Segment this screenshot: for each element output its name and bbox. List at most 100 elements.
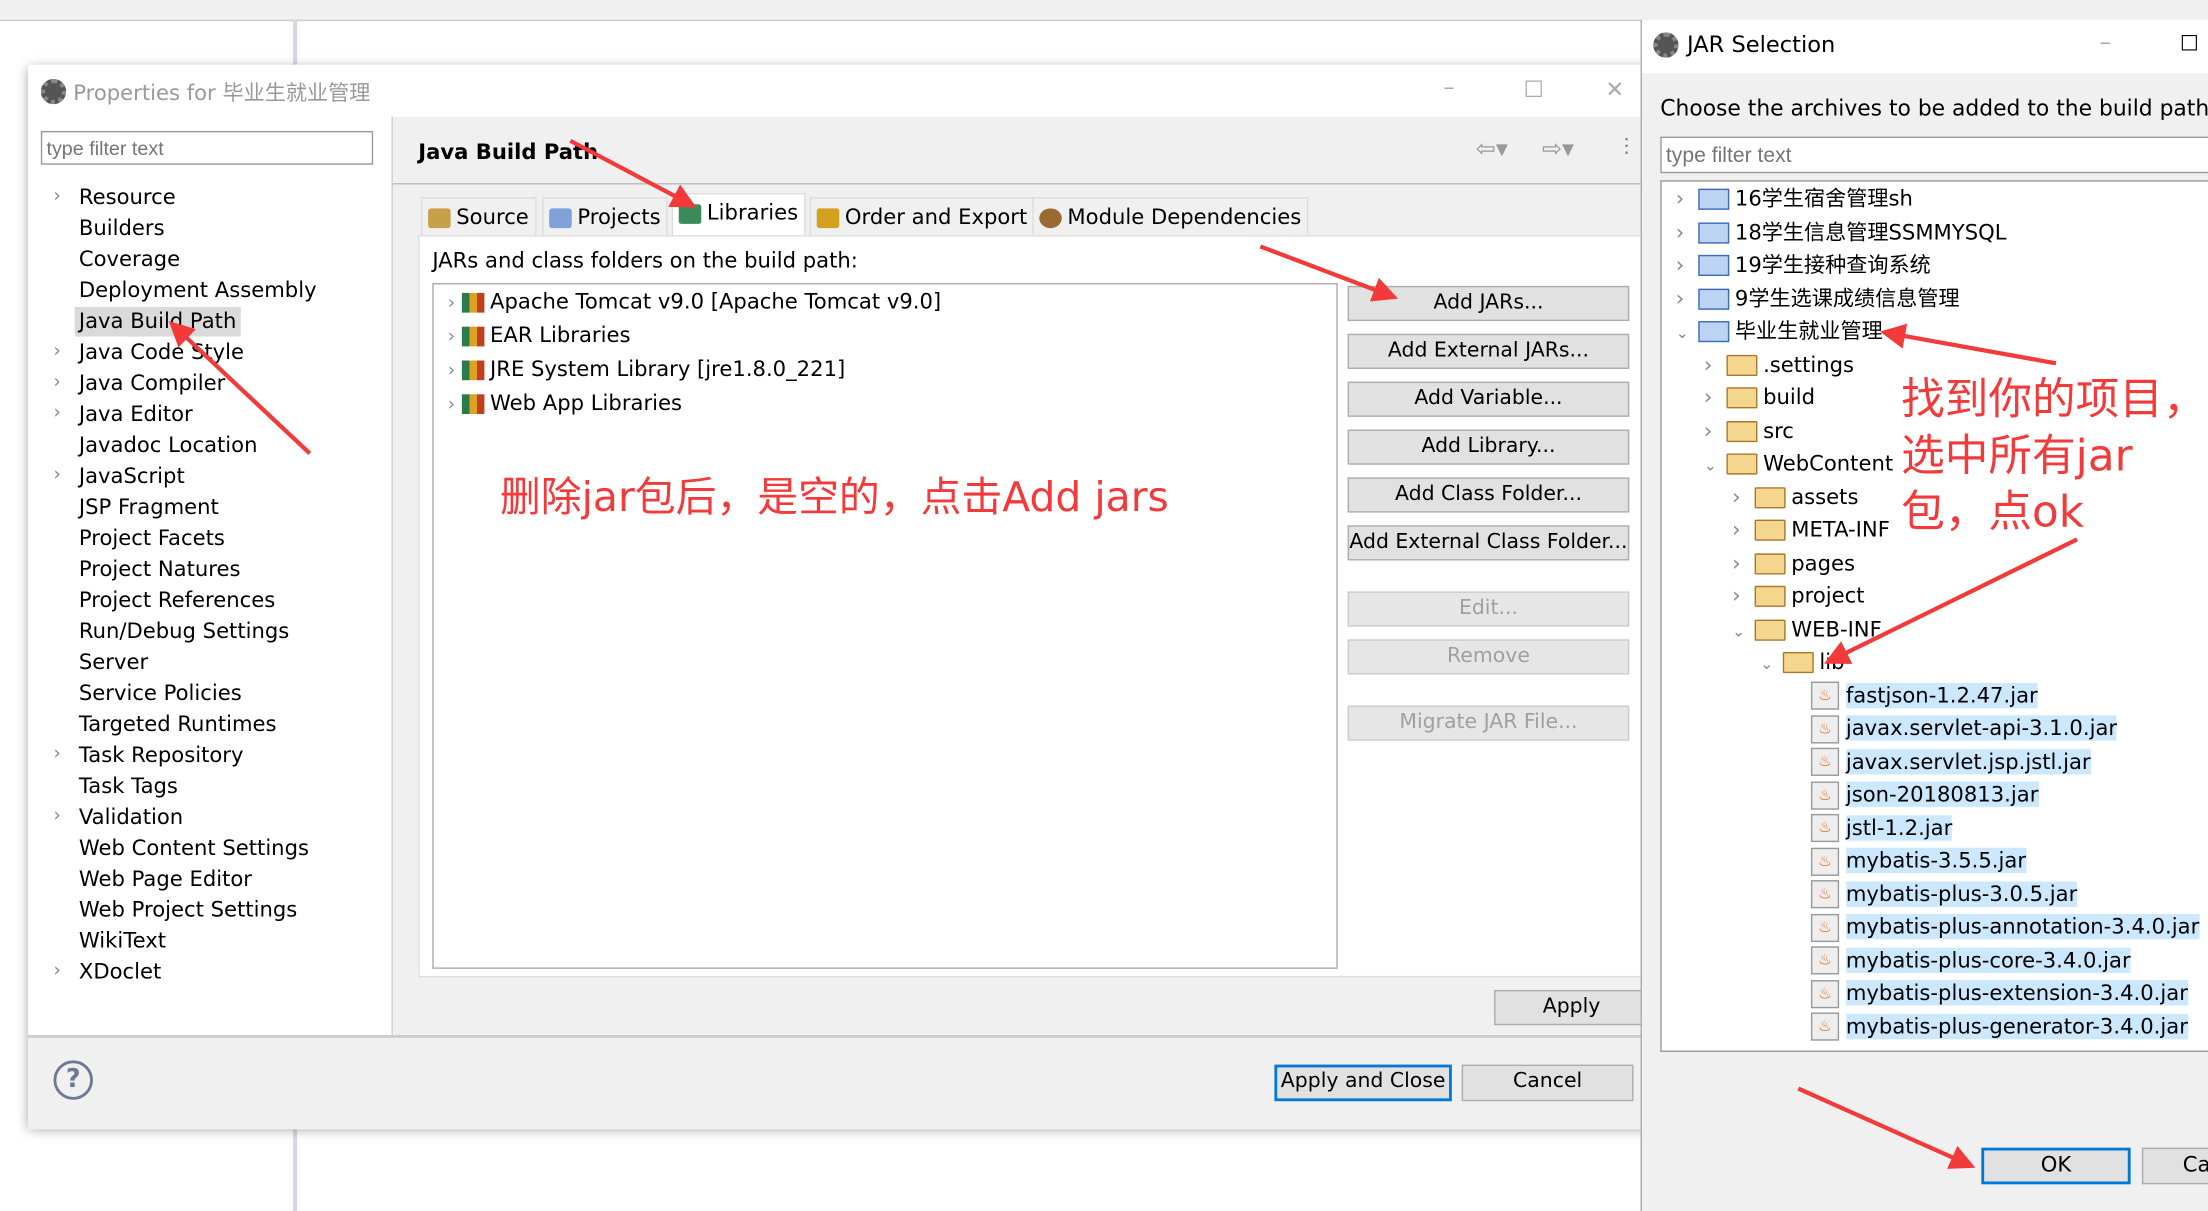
tree-node[interactable]: ⌄ 毕业生就业管理 [1676, 315, 1883, 348]
expand-arrow-icon[interactable]: › [54, 960, 61, 981]
chevron-right-icon[interactable]: › [1676, 282, 1699, 315]
jar-item[interactable]: ♨ mybatis-plus-core-3.4.0.jar [1788, 944, 2131, 977]
minimize-button[interactable]: – [2100, 28, 2111, 55]
jar-item[interactable]: ♨ mybatis-plus-generator-3.4.0.jar [1788, 1010, 2188, 1043]
apply-button[interactable]: Apply [1494, 989, 1650, 1026]
tree-node[interactable]: › src [1704, 415, 1794, 448]
chevron-right-icon[interactable]: › [1732, 481, 1755, 514]
nav-item[interactable]: Java Editor [75, 400, 197, 430]
jar-item[interactable]: ♨ mybatis-plus-3.0.5.jar [1788, 878, 2078, 911]
chevron-down-icon[interactable]: ⌄ [1704, 449, 1727, 482]
jar-item[interactable]: ♨ jstl-1.2.jar [1788, 812, 1953, 845]
cancel-button[interactable]: Cancel [1461, 1064, 1634, 1102]
chevron-down-icon[interactable]: ⌄ [1676, 317, 1699, 350]
expand-arrow-icon[interactable]: › [54, 341, 61, 362]
nav-item[interactable]: Java Compiler [75, 369, 230, 399]
chevron-down-icon[interactable]: ⌄ [1760, 648, 1783, 681]
tree-node[interactable]: › 9学生选课成绩信息管理 [1676, 282, 1960, 315]
add-external-jars-button[interactable]: Add External JARs... [1347, 333, 1630, 369]
nav-item[interactable]: Task Repository [75, 741, 248, 771]
nav-item[interactable]: Targeted Runtimes [75, 710, 281, 740]
nav-item[interactable]: WikiText [75, 927, 171, 957]
nav-item[interactable]: Deployment Assembly [75, 276, 321, 306]
tree-node[interactable]: › pages [1732, 547, 1855, 580]
tree-node[interactable]: ⌄ WEB-INF [1732, 613, 1882, 646]
tree-node[interactable]: › 16学生宿舍管理sh [1676, 183, 1913, 216]
nav-item[interactable]: Web Page Editor [75, 865, 257, 895]
maximize-button[interactable]: ☐ [1524, 76, 1544, 103]
nav-item[interactable]: Service Policies [75, 679, 246, 709]
jar-item[interactable]: ♨ fastjson-1.2.47.jar [1788, 679, 2038, 712]
tree-node[interactable]: › assets [1732, 481, 1858, 514]
libraries-list[interactable]: › Apache Tomcat v9.0 [Apache Tomcat v9.0… [432, 283, 1338, 969]
close-button[interactable]: ✕ [1605, 76, 1624, 103]
chevron-right-icon[interactable]: › [1676, 249, 1699, 282]
nav-item[interactable]: Resource [75, 183, 180, 213]
tree-node[interactable]: ⌄ WebContent [1704, 448, 1893, 481]
expand-arrow-icon[interactable]: › [54, 744, 61, 765]
nav-item[interactable]: Builders [75, 214, 169, 244]
nav-item[interactable]: XDoclet [75, 958, 166, 988]
library-item[interactable]: › JRE System Library [jre1.8.0_221] [448, 356, 845, 381]
add-external-class-folder-button[interactable]: Add External Class Folder... [1347, 525, 1630, 561]
jar-item[interactable]: ♨ javax.servlet.jsp.jstl.jar [1788, 746, 2091, 779]
chevron-right-icon[interactable]: › [1704, 415, 1727, 448]
jar-item[interactable]: ♨ json-20180813.jar [1788, 779, 2039, 812]
view-menu-icon[interactable]: ⋮ [1617, 135, 1637, 158]
chevron-right-icon[interactable]: › [1704, 382, 1727, 415]
chevron-down-icon[interactable]: ⌄ [1732, 615, 1755, 648]
help-icon[interactable]: ? [53, 1060, 93, 1100]
jar-filter-input[interactable] [1660, 136, 2208, 174]
remove-button[interactable]: Remove [1347, 639, 1630, 675]
chevron-right-icon[interactable]: › [1676, 216, 1699, 249]
library-item[interactable]: › Web App Libraries [448, 390, 682, 415]
nav-item[interactable]: Java Build Path [74, 306, 241, 337]
tree-node[interactable]: › 19学生接种查询系统 [1676, 249, 1931, 282]
expand-arrow-icon[interactable]: › [448, 360, 455, 381]
library-item[interactable]: › EAR Libraries [448, 322, 631, 347]
nav-item[interactable]: Java Code Style [75, 338, 249, 368]
tab-order-and-export[interactable]: Order and Export [809, 197, 1035, 236]
apply-and-close-button[interactable]: Apply and Close [1274, 1064, 1452, 1102]
tab-source[interactable]: Source [421, 197, 536, 236]
nav-item[interactable]: Web Content Settings [75, 834, 314, 864]
maximize-button[interactable]: ☐ [2180, 31, 2199, 56]
expand-arrow-icon[interactable]: › [448, 394, 455, 415]
nav-item[interactable]: Validation [75, 803, 188, 833]
filter-input[interactable] [40, 130, 374, 165]
tree-node[interactable]: ⌄ lib [1760, 646, 1844, 679]
jar-tree[interactable]: › 16学生宿舍管理sh › 18学生信息管理SSMMYSQL › 19学生接种查询系统 ›… [1660, 180, 2208, 1052]
jar-item[interactable]: ♨ mybatis-plus-extension-3.4.0.jar [1788, 977, 2188, 1010]
nav-item[interactable]: Coverage [75, 245, 185, 275]
tab-projects[interactable]: Projects [542, 197, 668, 236]
tab-libraries[interactable]: Libraries [671, 192, 806, 237]
nav-item[interactable]: Project Facets [75, 524, 230, 554]
ok-button[interactable]: OK [1981, 1147, 2131, 1185]
expand-arrow-icon[interactable]: › [54, 372, 61, 393]
expand-arrow-icon[interactable]: › [448, 293, 455, 314]
tree-node[interactable]: › 18学生信息管理SSMMYSQL [1676, 216, 2007, 249]
nav-item[interactable]: Run/Debug Settings [75, 617, 294, 647]
nav-item[interactable]: JSP Fragment [75, 493, 223, 523]
library-item[interactable]: › Apache Tomcat v9.0 [Apache Tomcat v9.0… [448, 289, 941, 314]
expand-arrow-icon[interactable]: › [54, 805, 61, 826]
minimize-button[interactable]: – [1443, 73, 1454, 100]
chevron-right-icon[interactable]: › [1704, 349, 1727, 382]
back-icon[interactable]: ⇦▾ [1476, 135, 1508, 163]
jar-item[interactable]: ♨ javax.servlet-api-3.1.0.jar [1788, 713, 2118, 746]
expand-arrow-icon[interactable]: › [54, 186, 61, 207]
cancel-button[interactable]: Ca [2141, 1147, 2208, 1185]
tree-node[interactable]: › build [1704, 382, 1815, 415]
add-variable-button[interactable]: Add Variable... [1347, 381, 1630, 417]
edit-button[interactable]: Edit... [1347, 591, 1630, 627]
forward-icon[interactable]: ⇨▾ [1542, 135, 1574, 163]
expand-arrow-icon[interactable]: › [54, 465, 61, 486]
nav-item[interactable]: Project Natures [75, 555, 245, 585]
nav-item[interactable]: Task Tags [75, 772, 183, 802]
tree-node[interactable]: › .settings [1704, 349, 1854, 382]
chevron-right-icon[interactable]: › [1732, 514, 1755, 547]
jar-item[interactable]: ♨ mybatis-plus-annotation-3.4.0.jar [1788, 911, 2200, 944]
nav-item[interactable]: JavaScript [75, 462, 189, 492]
add-jars-button[interactable]: Add JARs... [1347, 285, 1630, 322]
tree-node[interactable]: › project [1732, 580, 1864, 613]
